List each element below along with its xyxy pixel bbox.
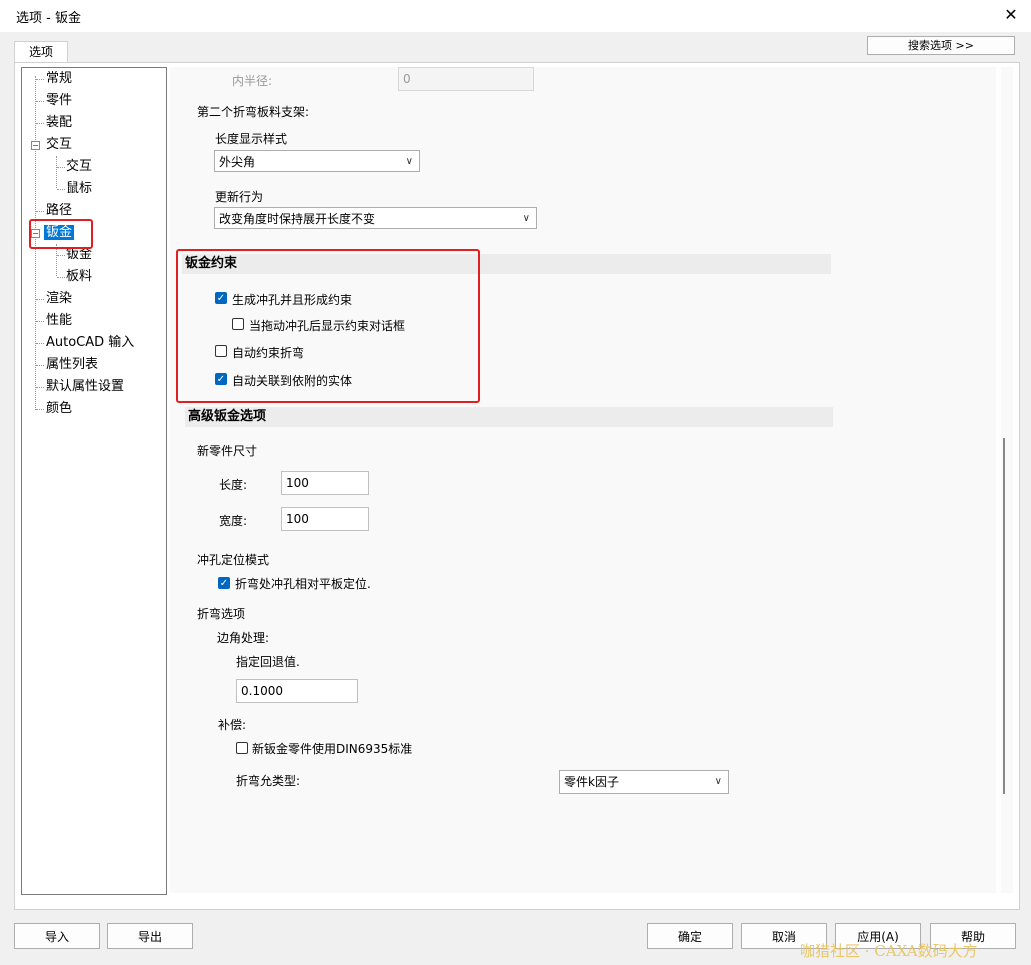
- update-behavior-value: 改变角度时保持展开长度不变: [219, 212, 376, 226]
- scrollbar-thumb[interactable]: [1003, 438, 1005, 794]
- bend-options-label: 折弯选项: [197, 607, 246, 621]
- width-label: 宽度:: [219, 514, 248, 528]
- second-bend-label: 第二个折弯板料支架:: [197, 105, 310, 119]
- bend-type-value: 零件k因子: [564, 775, 619, 789]
- length-style-select[interactable]: 外尖角 ∨: [214, 150, 420, 172]
- chevron-down-icon: ∨: [522, 213, 530, 224]
- tree-item-autocad-input[interactable]: AutoCAD 输入: [46, 333, 134, 353]
- window-title: 选项 - 钣金: [16, 11, 81, 26]
- tree-item-interaction[interactable]: 交互: [46, 135, 72, 155]
- highlight-box-constraints: [176, 249, 480, 403]
- highlight-box-tree: [29, 219, 93, 249]
- corner-treatment-label: 边角处理:: [217, 631, 270, 645]
- tree-item-property-list[interactable]: 属性列表: [46, 355, 98, 375]
- punch-relative-label: 折弯处冲孔相对平板定位.: [235, 577, 371, 591]
- bend-type-label: 折弯允类型:: [236, 774, 301, 788]
- tree-item-default-properties[interactable]: 默认属性设置: [46, 377, 124, 397]
- bend-type-select[interactable]: 零件k因子 ∨: [559, 770, 729, 794]
- title-bar: [0, 0, 1031, 32]
- length-style-value: 外尖角: [219, 155, 256, 169]
- tree-item-sheet-material[interactable]: 板料: [66, 267, 92, 287]
- retract-value-label: 指定回退值.: [236, 655, 300, 669]
- din6935-label: 新钣金零件使用DIN6935标准: [252, 742, 413, 756]
- tab-options[interactable]: 选项: [14, 41, 68, 64]
- update-behavior-select[interactable]: 改变角度时保持展开长度不变 ∨: [214, 207, 537, 229]
- close-icon[interactable]: ✕: [1000, 4, 1022, 26]
- tree-item-assembly[interactable]: 装配: [46, 113, 72, 133]
- chevron-down-icon: ∨: [714, 776, 722, 787]
- tree-item-render[interactable]: 渲染: [46, 289, 72, 309]
- length-label: 长度:: [219, 478, 248, 492]
- compensation-label: 补偿:: [218, 718, 247, 732]
- import-button[interactable]: 导入: [14, 923, 100, 949]
- width-input[interactable]: 100: [281, 507, 369, 531]
- retract-value-input[interactable]: 0.1000: [236, 679, 358, 703]
- collapse-icon[interactable]: −: [31, 141, 40, 150]
- inner-radius-label: 内半径:: [232, 74, 273, 88]
- tree-line: [56, 156, 57, 188]
- inner-radius-input[interactable]: 0: [398, 67, 534, 91]
- export-button[interactable]: 导出: [107, 923, 193, 949]
- tree-item-mouse[interactable]: 鼠标: [66, 179, 92, 199]
- options-tree: 常规 零件 装配 − 交互 交互 鼠标 路径 − 钣金 钣金 板料 渲染 性能 …: [21, 67, 167, 895]
- chevron-down-icon: ∨: [405, 156, 413, 167]
- length-style-label: 长度显示样式: [215, 132, 288, 146]
- advanced-sheet-metal-header: 高级钣金选项: [185, 407, 833, 427]
- tree-item-interaction-sub[interactable]: 交互: [66, 157, 92, 177]
- punch-mode-label: 冲孔定位模式: [197, 553, 270, 567]
- punch-relative-checkbox[interactable]: ✓: [218, 577, 230, 589]
- watermark: 咖猎社区 · CAXA数码大方: [800, 942, 978, 960]
- ok-button[interactable]: 确定: [647, 923, 733, 949]
- new-part-size-label: 新零件尺寸: [197, 444, 258, 458]
- tree-item-general[interactable]: 常规: [46, 69, 72, 89]
- search-options-button[interactable]: 搜索选项 >>: [867, 36, 1015, 55]
- tree-item-part[interactable]: 零件: [46, 91, 72, 111]
- update-behavior-label: 更新行为: [215, 190, 264, 204]
- length-input[interactable]: 100: [281, 471, 369, 495]
- din6935-checkbox[interactable]: [236, 742, 248, 754]
- tree-item-color[interactable]: 颜色: [46, 399, 72, 419]
- tree-item-performance[interactable]: 性能: [46, 311, 72, 331]
- tree-item-path[interactable]: 路径: [46, 201, 72, 221]
